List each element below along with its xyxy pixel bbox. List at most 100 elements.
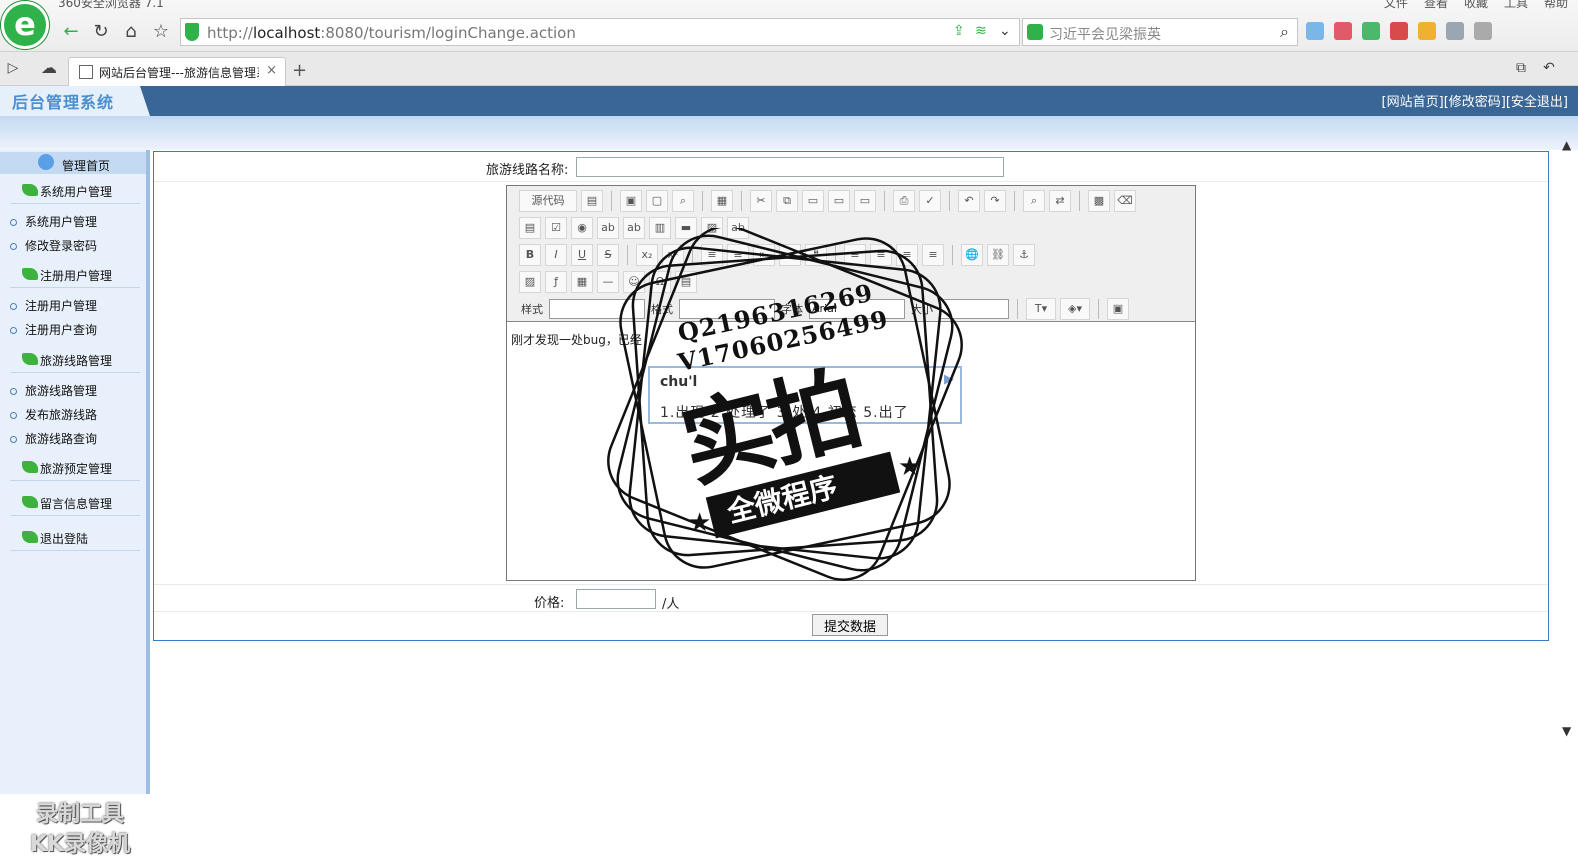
restore-tab-icon[interactable]: ⧉ (1508, 56, 1534, 80)
page-break-icon[interactable]: ▤ (675, 271, 697, 293)
replace-icon[interactable]: ⇄ (1049, 190, 1071, 212)
sidebar-item-system-users[interactable]: 系统用户管理 (10, 213, 97, 230)
template-icon[interactable]: ▦ (711, 190, 733, 212)
sidebar-section-routes[interactable]: 旅游线路管理 (10, 347, 140, 373)
blockquote-icon[interactable]: ❝ (805, 244, 827, 266)
paste-text-icon[interactable]: ▭ (828, 190, 850, 212)
unlink-icon[interactable]: ⛓ (987, 244, 1009, 266)
spellcheck-icon[interactable]: ✓ (919, 190, 941, 212)
textfield-icon[interactable]: ab (597, 217, 619, 239)
price-input[interactable] (576, 589, 656, 609)
star-icon[interactable]: ☆ (148, 20, 174, 44)
cut-icon[interactable]: ✂ (750, 190, 772, 212)
game-icon[interactable] (1418, 22, 1436, 40)
paste-icon[interactable]: ▭ (802, 190, 824, 212)
home-icon[interactable]: ⌂ (118, 20, 144, 44)
page-scrollbar[interactable]: ▲ ▼ (1558, 138, 1578, 794)
align-center-icon[interactable]: ≡ (870, 244, 892, 266)
format-select[interactable] (679, 299, 775, 319)
new-tab-button[interactable]: + (292, 60, 307, 81)
source-code-button[interactable]: 源代码 (519, 190, 577, 212)
horizontal-rule-icon[interactable]: — (597, 271, 619, 293)
menu-help[interactable]: 帮助 (1544, 0, 1568, 11)
back-icon[interactable]: ← (58, 20, 84, 44)
background-color-icon[interactable]: ◈▾ (1060, 298, 1090, 320)
unordered-list-icon[interactable]: ≡ (727, 244, 749, 266)
sidebar-item-registered-users-query[interactable]: 注册用户查询 (10, 321, 97, 338)
copy-format-icon[interactable]: ▤ (581, 190, 603, 212)
size-select[interactable] (939, 299, 1009, 319)
indent-icon[interactable]: ⇥ (779, 244, 801, 266)
sidebar-item-change-password[interactable]: 修改登录密码 (10, 237, 97, 254)
align-left-icon[interactable]: ≡ (844, 244, 866, 266)
ime-candidate-window[interactable]: chu'l ▶ 1.出现 2.处理了 3.处 4.初恋 5.出了 (648, 366, 962, 424)
ime-candidates[interactable]: 1.出现 2.处理了 3.处 4.初恋 5.出了 (660, 402, 909, 422)
ordered-list-icon[interactable]: ≡ (701, 244, 723, 266)
sidebar-home[interactable]: 管理首页 (0, 152, 146, 174)
link-icon[interactable]: 🌐 (961, 244, 983, 266)
mail-icon[interactable] (1334, 22, 1352, 40)
sidebar-section-system-users[interactable]: 系统用户管理 (10, 178, 140, 204)
textarea-icon[interactable]: ab (623, 217, 645, 239)
search-icon[interactable]: ⌕ (1280, 22, 1289, 42)
sidebar-item-route-query[interactable]: 旅游线路查询 (10, 430, 97, 447)
search-box[interactable]: 习近平会见梁振英 ⌕ (1022, 18, 1298, 46)
scroll-down-icon[interactable]: ▼ (1562, 724, 1571, 738)
radio-icon[interactable]: ◉ (571, 217, 593, 239)
ime-next-page-icon[interactable]: ▶ (944, 372, 954, 387)
italic-icon[interactable]: I (545, 244, 567, 266)
sidebar-section-registered-users[interactable]: 注册用户管理 (10, 262, 140, 288)
search-engine-icon[interactable] (1027, 24, 1043, 40)
screenshot-icon[interactable] (1446, 22, 1464, 40)
reload-icon[interactable]: ↻ (88, 20, 114, 44)
maximize-icon[interactable]: ▣ (1107, 298, 1129, 320)
style-select[interactable] (549, 299, 645, 319)
superscript-icon[interactable]: x² (662, 244, 684, 266)
text-color-icon[interactable]: T▾ (1026, 298, 1056, 320)
select-all-icon[interactable]: ▩ (1088, 190, 1110, 212)
undo-close-icon[interactable]: ↶ (1536, 56, 1562, 80)
find-icon[interactable]: ⌕ (1023, 190, 1045, 212)
apps-icon[interactable] (1306, 22, 1324, 40)
form-icon[interactable]: ▤ (519, 217, 541, 239)
scroll-up-icon[interactable]: ▲ (1562, 138, 1571, 152)
route-name-input[interactable] (576, 157, 1004, 177)
remove-format-icon[interactable]: ⌫ (1114, 190, 1136, 212)
sidebar-item-route-manage[interactable]: 旅游线路管理 (10, 382, 97, 399)
image-icon[interactable]: ▨ (519, 271, 541, 293)
menu-tools[interactable]: 工具 (1504, 0, 1528, 11)
sidebar-item-registered-users[interactable]: 注册用户管理 (10, 297, 97, 314)
share-icon[interactable]: ⇪ (953, 23, 971, 41)
pdf-icon[interactable] (1390, 22, 1408, 40)
font-select[interactable]: Arial (809, 299, 905, 319)
preview-icon[interactable]: ⌕ (672, 190, 694, 212)
subscript-icon[interactable]: x₂ (636, 244, 658, 266)
link-change-password[interactable]: [修改密码] (1444, 91, 1506, 110)
special-char-icon[interactable]: Ω (649, 271, 671, 293)
tab-admin[interactable]: 网站后台管理---旅游信息管理系统 × (68, 57, 286, 86)
link-site-home[interactable]: [网站首页] (1382, 91, 1444, 110)
sidebar-section-logout[interactable]: 退出登陆 (10, 525, 140, 551)
underline-icon[interactable]: U (571, 244, 593, 266)
copy-icon[interactable]: ⧉ (776, 190, 798, 212)
sidebar-toggle-icon[interactable]: ▷ (0, 56, 26, 80)
select-field-icon[interactable]: ▥ (649, 217, 671, 239)
close-tab-icon[interactable]: × (266, 63, 277, 78)
flash-icon[interactable]: ƒ (545, 271, 567, 293)
checkbox-icon[interactable]: ☑ (545, 217, 567, 239)
align-justify-icon[interactable]: ≡ (922, 244, 944, 266)
address-dropdown-icon[interactable]: ⌄ (999, 23, 1017, 41)
table-icon[interactable]: ▦ (571, 271, 593, 293)
save-icon[interactable]: ▣ (620, 190, 642, 212)
align-right-icon[interactable]: ≡ (896, 244, 918, 266)
editor-content-area[interactable]: 刚才发现一处bug，已经 (507, 323, 1195, 580)
redo-icon[interactable]: ↷ (984, 190, 1006, 212)
undo-icon[interactable]: ↶ (958, 190, 980, 212)
sidebar-section-messages[interactable]: 留言信息管理 (10, 490, 140, 516)
image-button-icon[interactable]: ▨ (701, 217, 723, 239)
menu-favorites[interactable]: 收藏 (1464, 0, 1488, 11)
sidebar-item-route-publish[interactable]: 发布旅游线路 (10, 406, 97, 423)
anchor-icon[interactable]: ⚓ (1013, 244, 1035, 266)
search-input[interactable]: 习近平会见梁振英 (1049, 24, 1161, 44)
hidden-field-icon[interactable]: ab (727, 217, 749, 239)
